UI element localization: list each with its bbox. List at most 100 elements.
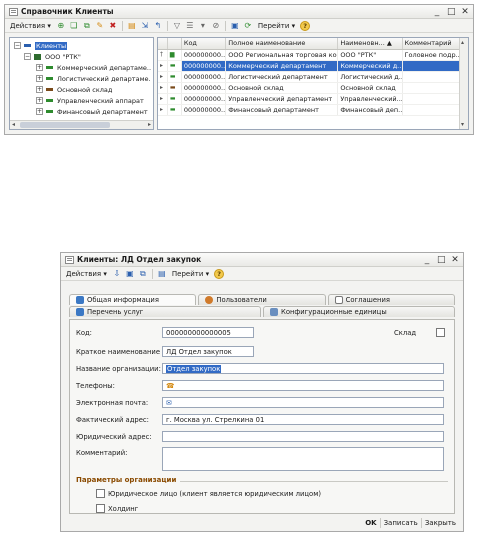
people-icon [76, 296, 84, 304]
scroll-up-icon[interactable]: ▴ [461, 39, 464, 46]
org-params-title: Параметры организации [76, 476, 177, 484]
tree-item[interactable]: + Основной склад [14, 84, 151, 95]
goto-menu[interactable]: Перейти ▾ [170, 270, 211, 278]
help-icon[interactable]: ? [214, 268, 225, 279]
close-form-button[interactable]: Закрыть [420, 518, 459, 528]
expand-icon[interactable]: + [36, 75, 43, 82]
table-row[interactable]: ▸ ▬ 000000000... Финансовый департамент Фина… [158, 104, 468, 116]
filter-list-icon[interactable]: ☰ [185, 21, 195, 31]
reread-icon[interactable]: ⧉ [138, 269, 148, 279]
groups-tree[interactable]: − Клиенты − ООО "РТК" + Коммерческий депа… [9, 37, 154, 130]
phones-label: Телефоны: [76, 381, 115, 390]
edit-icon[interactable]: ✎ [95, 21, 105, 31]
expand-icon[interactable]: + [36, 86, 43, 93]
col-full-name[interactable]: Полное наименование [225, 38, 339, 50]
col-code[interactable]: Код [181, 38, 227, 50]
table-row[interactable]: ▸ ▬ 000000000... Основной склад Основной скл… [158, 82, 468, 94]
legal-entity-label[interactable]: Юридическое лицо (клиент является юридич… [108, 488, 321, 499]
save-close-icon[interactable]: ⇩ [112, 269, 122, 279]
minimize-button[interactable]: _ [423, 255, 431, 265]
expand-icon[interactable]: + [36, 108, 43, 115]
up-level-icon[interactable]: ↰ [153, 21, 163, 31]
tab-config-units[interactable]: Конфигурационные единицы [263, 306, 455, 317]
document-dropdown-icon[interactable]: ▤ [157, 269, 167, 279]
phones-field[interactable]: ☎ [162, 380, 444, 391]
phone-icon[interactable]: ☎ [166, 382, 174, 390]
collapse-icon[interactable]: − [24, 53, 31, 60]
scroll-down-icon[interactable]: ▾ [461, 121, 464, 128]
tab-general-info[interactable]: Общая информация [69, 294, 197, 305]
maximize-button[interactable]: □ [447, 7, 456, 17]
close-button[interactable]: ✕ [451, 255, 459, 265]
clear-filter-icon[interactable]: ⊘ [211, 21, 221, 31]
table-row[interactable]: ▸ ▬ 000000000... Управленческий департамент… [158, 93, 468, 105]
save-icon[interactable]: ▣ [125, 269, 135, 279]
col-comment[interactable]: Комментарий [402, 38, 468, 50]
table-row[interactable]: ▸ ▬ 000000000... Логистический департамент Л… [158, 71, 468, 83]
email-field[interactable]: ✉ [162, 397, 444, 408]
close-button[interactable]: ✕ [461, 7, 469, 17]
scroll-right-icon[interactable]: ▸ [148, 121, 151, 128]
add-group-icon[interactable]: ❏ [69, 21, 79, 31]
config-unit-icon [270, 308, 278, 316]
tab-agreements[interactable]: Соглашения [327, 294, 455, 305]
hierarchy-icon[interactable]: ▤ [127, 21, 137, 31]
ok-button[interactable]: OK [362, 518, 379, 528]
scroll-left-icon[interactable]: ◂ [12, 121, 15, 128]
goto-menu[interactable]: Перейти ▾ [256, 22, 297, 30]
legal-entity-checkbox[interactable] [96, 489, 105, 498]
delete-icon[interactable]: ✖ [108, 21, 118, 31]
col-name[interactable]: Наименовн... ▲ [337, 38, 403, 50]
minimize-button[interactable]: _ [433, 7, 441, 17]
code-field[interactable]: 000000000000005 [162, 327, 254, 338]
scroll-thumb[interactable] [20, 122, 110, 128]
collapse-icon[interactable]: − [14, 42, 21, 49]
cell-name: Управленческий... [337, 93, 403, 105]
email-icon[interactable]: ✉ [166, 399, 172, 407]
tree-item[interactable]: + Логистический департаме... [14, 73, 151, 84]
short-name-field[interactable]: ЛД Отдел закупок [162, 346, 254, 357]
table-row[interactable]: † ▆ 000000000... ООО Региональная торговая … [158, 49, 468, 61]
actual-address-field[interactable]: г. Москва ул. Стрелкина 01 [162, 414, 444, 425]
tab-strip: Общая информация Пользователи Соглашения… [69, 294, 455, 317]
actions-menu[interactable]: Действия ▾ [8, 22, 53, 30]
legal-address-field[interactable] [162, 431, 444, 442]
copy-icon[interactable]: ⧉ [82, 21, 92, 31]
clients-table[interactable]: Код Полное наименование Наименовн... ▲ К… [157, 37, 469, 130]
titlebar: Справочник Клиенты _ □ ✕ [5, 5, 473, 19]
filter-dropdown-icon[interactable]: ▾ [198, 21, 208, 31]
move-to-group-icon[interactable]: ⇲ [140, 21, 150, 31]
tree-item[interactable]: + Финансовый департамент [14, 106, 151, 117]
holding-checkbox[interactable] [96, 504, 105, 513]
sort-icon: ▲ [386, 39, 392, 48]
refresh-icon[interactable]: ⟳ [243, 21, 253, 31]
holding-label[interactable]: Холдинг [108, 503, 138, 514]
tab-users[interactable]: Пользователи [198, 294, 326, 305]
maximize-button[interactable]: □ [437, 255, 446, 265]
expand-icon[interactable]: + [36, 64, 43, 71]
save-button[interactable]: Записать [379, 518, 421, 528]
add-icon[interactable]: ⊕ [56, 21, 66, 31]
separator [151, 268, 153, 279]
org-name-field[interactable]: Отдел закупок [162, 363, 444, 374]
actions-menu[interactable]: Действия ▾ [64, 270, 109, 278]
window-title: Справочник Клиенты [21, 7, 114, 16]
expand-icon[interactable]: + [36, 97, 43, 104]
filter-icon[interactable]: ▽ [172, 21, 182, 31]
vertical-scrollbar[interactable]: ▴ ▾ [459, 38, 468, 129]
cell-name: Основной склад [337, 82, 403, 94]
table-row[interactable]: ▸ ▬ 000000000... Коммерческий департамент Ко… [158, 60, 468, 72]
col-marker [158, 38, 168, 50]
help-icon[interactable]: ? [300, 20, 311, 31]
group-icon: ▬ [167, 60, 182, 72]
tab-services-list[interactable]: Перечень услуг [69, 306, 261, 317]
warehouse-checkbox[interactable] [436, 328, 445, 337]
tree-item[interactable]: + Управленческий аппарат [14, 95, 151, 106]
tree-item-org[interactable]: − ООО "РТК" [14, 51, 151, 62]
horizontal-scrollbar[interactable]: ◂ ▸ [10, 120, 153, 129]
tree-root[interactable]: − Клиенты [14, 40, 151, 51]
org-name-label: Название организации: [76, 364, 161, 373]
document-dropdown-icon[interactable]: ▣ [230, 21, 240, 31]
tree-item[interactable]: + Коммерческий департаме... [14, 62, 151, 73]
comment-field[interactable] [162, 447, 444, 471]
